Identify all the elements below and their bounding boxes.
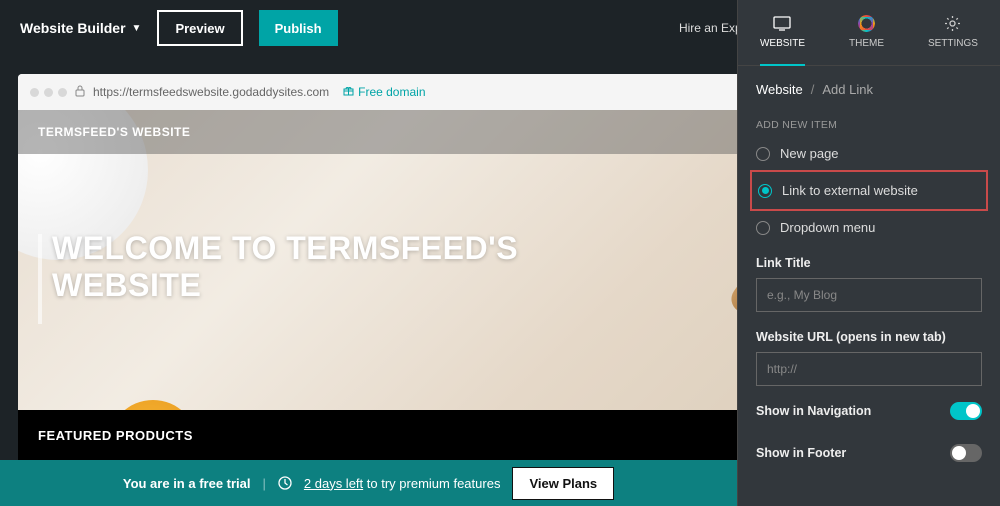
dot-icon [58, 88, 67, 97]
days-left-link[interactable]: 2 days left [304, 476, 363, 491]
trial-prefix: You are in a free trial [123, 476, 251, 491]
link-title-group: Link Title [738, 242, 1000, 316]
divider: | [263, 476, 266, 491]
radio-icon [756, 147, 770, 161]
lock-icon [75, 85, 85, 100]
section-add-new-item: ADD NEW ITEM [738, 105, 1000, 139]
breadcrumb: Website / Add Link [738, 66, 1000, 105]
trial-days-text: 2 days left to try premium features [304, 476, 501, 491]
link-title-input[interactable] [756, 278, 982, 312]
radio-external-label: Link to external website [782, 183, 918, 198]
trial-text: You are in a free trial [123, 476, 251, 491]
breadcrumb-sep: / [811, 82, 815, 97]
link-title-label: Link Title [756, 256, 982, 270]
show-in-footer-row: Show in Footer [738, 432, 1000, 474]
add-item-radio-group: New page Link to external website Dropdo… [738, 139, 1000, 242]
tab-theme[interactable]: THEME [849, 14, 884, 57]
publish-button[interactable]: Publish [259, 10, 338, 46]
hero-heading: WELCOME TO TERMSFEED'S WEBSITE [52, 230, 518, 304]
trial-bar: You are in a free trial | 2 days left to… [0, 460, 737, 506]
website-url-group: Website URL (opens in new tab) [738, 316, 1000, 390]
radio-dropdown-label: Dropdown menu [780, 220, 875, 235]
breadcrumb-root[interactable]: Website [756, 82, 803, 97]
radio-dropdown-menu[interactable]: Dropdown menu [756, 213, 982, 242]
dot-icon [30, 88, 39, 97]
hero-line1: WELCOME TO TERMSFEED'S [52, 230, 518, 266]
gear-icon [944, 14, 962, 32]
sidebar-tabs: WEBSITE THEME SETTINGS [738, 0, 1000, 66]
tab-website-label: WEBSITE [760, 38, 805, 49]
chevron-down-icon: ▼ [132, 23, 142, 34]
website-url-input[interactable] [756, 352, 982, 386]
theme-icon [857, 14, 875, 32]
featured-label: FEATURED PRODUCTS [38, 428, 193, 443]
hero: WELCOME TO TERMSFEED'S WEBSITE [52, 230, 518, 304]
free-domain-link[interactable]: Free domain [343, 85, 425, 99]
clock-icon [278, 476, 292, 490]
radio-external-link[interactable]: Link to external website [758, 176, 980, 205]
url-text: https://termsfeedswebsite.godaddysites.c… [93, 85, 329, 99]
radio-new-page-label: New page [780, 146, 839, 161]
preview-button[interactable]: Preview [157, 10, 242, 46]
tab-settings-label: SETTINGS [928, 38, 978, 49]
show-in-navigation-row: Show in Navigation [738, 390, 1000, 432]
gift-icon [343, 85, 354, 99]
show-footer-toggle[interactable] [950, 444, 982, 462]
radio-icon [756, 221, 770, 235]
hero-line2: WEBSITE [52, 267, 201, 303]
brand-label: Website Builder [20, 20, 126, 36]
website-url-label: Website URL (opens in new tab) [756, 330, 982, 344]
show-footer-label: Show in Footer [756, 446, 846, 460]
radio-icon [758, 184, 772, 198]
window-dots [30, 88, 67, 97]
show-nav-toggle[interactable] [950, 402, 982, 420]
website-icon [773, 14, 791, 32]
brand-menu[interactable]: Website Builder ▼ [20, 20, 141, 36]
view-plans-button[interactable]: View Plans [512, 467, 614, 500]
free-domain-label: Free domain [358, 85, 425, 99]
highlight-box: Link to external website [750, 170, 988, 211]
tab-theme-label: THEME [849, 38, 884, 49]
dot-icon [44, 88, 53, 97]
right-sidebar: WEBSITE THEME SETTINGS Website / Add Lin… [737, 0, 1000, 506]
trial-suffix: to try premium features [367, 476, 501, 491]
site-title: TERMSFEED'S WEBSITE [38, 125, 190, 139]
tab-settings[interactable]: SETTINGS [928, 14, 978, 57]
radio-new-page[interactable]: New page [756, 139, 982, 168]
show-nav-label: Show in Navigation [756, 404, 871, 418]
hero-accent-bar [38, 234, 42, 324]
tab-website[interactable]: WEBSITE [760, 14, 805, 57]
breadcrumb-leaf: Add Link [822, 82, 873, 97]
